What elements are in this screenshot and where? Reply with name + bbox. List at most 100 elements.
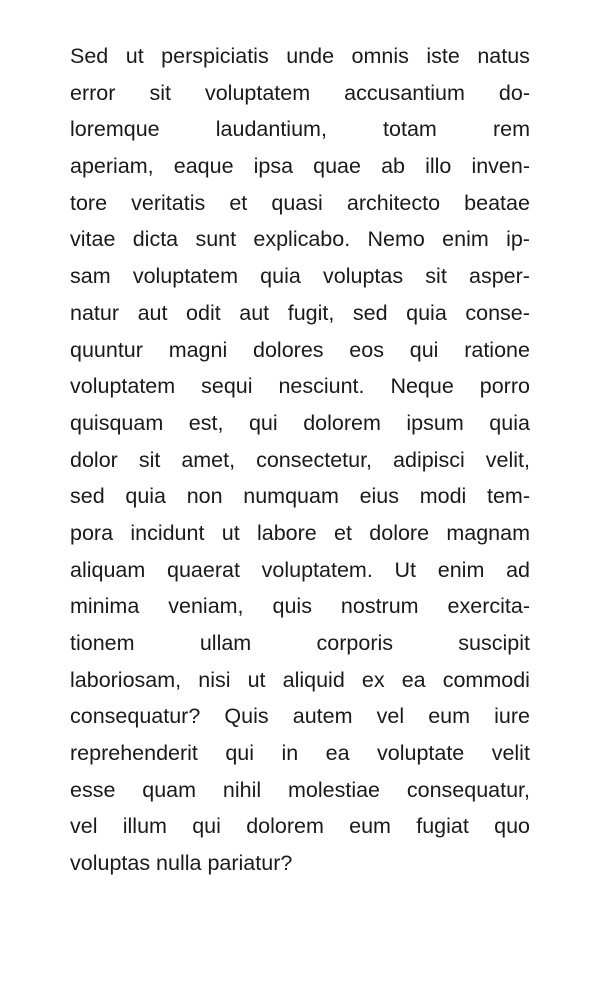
- paragraph-line: pora incidunt ut labore et dolore magnam: [70, 515, 530, 552]
- word: vel: [376, 704, 405, 729]
- paragraph-line: reprehenderit qui in ea voluptate velit: [70, 735, 530, 772]
- word: qui: [248, 410, 278, 435]
- word: tem-: [487, 484, 530, 509]
- word: eaque: [173, 154, 234, 179]
- paragraph-line: sam voluptatem quia voluptas sit asper-: [70, 258, 530, 295]
- word: dicta: [132, 227, 179, 252]
- word: labore: [256, 520, 317, 545]
- word: error: [70, 80, 116, 105]
- word: sequi: [201, 374, 253, 399]
- word: velit: [491, 741, 530, 766]
- word: conse-: [465, 300, 530, 325]
- word: ullam: [199, 631, 252, 655]
- word: ut: [247, 667, 266, 692]
- word: sit: [138, 447, 161, 472]
- word: laboriosam,: [70, 667, 182, 692]
- paragraph-line: laboriosam, nisi ut aliquid ex ea commodi: [70, 662, 530, 699]
- paragraph-line: voluptas nulla pariatur?: [70, 851, 293, 876]
- word: qui: [409, 337, 439, 362]
- word: rem: [492, 117, 530, 142]
- paragraph-line: quuntur magni dolores eos qui ratione: [70, 332, 530, 369]
- word: beatae: [464, 190, 530, 215]
- paragraph-line: natur aut odit aut fugit, sed quia conse-: [70, 295, 530, 332]
- paragraph-line: tionem ullam corporis suscipit: [70, 625, 530, 662]
- word: enim: [442, 227, 489, 252]
- word: quam: [142, 777, 197, 802]
- word: dolorem: [246, 814, 324, 839]
- word: voluptatem: [70, 374, 176, 399]
- paragraph-line: dolor sit amet, consectetur, adipisci velit,: [70, 442, 530, 479]
- word: aliquam: [70, 557, 146, 582]
- word: qui: [225, 741, 255, 766]
- word: Neque: [390, 374, 454, 399]
- word: corporis: [316, 631, 393, 655]
- word: esse: [70, 777, 116, 802]
- word: consectetur,: [256, 447, 373, 472]
- word: voluptas: [323, 264, 404, 289]
- paragraph-line: esse quam nihil molestiae consequatur,: [70, 772, 530, 809]
- word: explicabo.: [253, 227, 351, 252]
- word: Ut: [394, 557, 417, 582]
- word: ratione: [464, 337, 530, 362]
- word: quasi: [271, 190, 323, 215]
- word: molestiae: [288, 777, 381, 802]
- word: fugiat: [416, 814, 469, 839]
- word: minima: [70, 594, 140, 619]
- word: voluptatem: [204, 80, 311, 105]
- word: amet,: [181, 447, 236, 472]
- paragraph-line: minima veniam, quis nostrum exercita-: [70, 588, 530, 625]
- word: enim: [437, 557, 485, 582]
- word: modi: [419, 484, 467, 509]
- paragraph-line: vitae dicta sunt explicabo. Nemo enim ip-: [70, 221, 530, 258]
- word: tore: [70, 190, 108, 215]
- word: ipsum: [406, 410, 464, 435]
- word: consequatur,: [406, 777, 530, 802]
- page: Sed ut perspiciatis unde omnis iste natus error…: [0, 0, 600, 1000]
- word: ip-: [506, 227, 530, 252]
- word: vel: [70, 814, 98, 839]
- paragraph-line: aperiam, eaque ipsa quae ab illo inven-: [70, 148, 530, 185]
- word: pora: [70, 520, 114, 545]
- word: aut: [137, 300, 168, 325]
- word: quia: [406, 300, 447, 325]
- word: ipsa: [253, 154, 294, 179]
- word: illo: [425, 154, 452, 179]
- word: quaerat: [167, 557, 240, 582]
- word: magnam: [446, 520, 530, 545]
- word: dolore: [369, 520, 430, 545]
- word: laudantium,: [215, 117, 327, 142]
- word: quo: [494, 814, 530, 839]
- word: sit: [149, 80, 171, 105]
- word: quia: [125, 484, 167, 509]
- word: ut: [221, 520, 240, 545]
- word: tionem: [70, 631, 135, 655]
- word: Quis: [224, 704, 269, 729]
- paragraph-line: consequatur? Quis autem vel eum iure: [70, 698, 530, 735]
- word: eum: [349, 814, 391, 839]
- word: quia: [489, 410, 530, 435]
- word: asper-: [468, 264, 530, 289]
- word: dolores: [253, 337, 324, 362]
- body-paragraph: Sed ut perspiciatis unde omnis iste natus error…: [70, 38, 530, 882]
- word: voluptate: [377, 741, 465, 766]
- word: natus: [477, 44, 530, 68]
- word: sed: [352, 300, 388, 325]
- word: eos: [349, 337, 384, 362]
- word: omnis: [351, 44, 409, 68]
- word: do-: [498, 80, 530, 105]
- word: incidunt: [130, 520, 205, 545]
- word: Nemo: [367, 227, 425, 252]
- word: ad: [506, 557, 530, 582]
- word: et: [229, 190, 248, 215]
- paragraph-line: tore veritatis et quasi architecto beatae: [70, 185, 530, 222]
- word: nostrum: [340, 594, 419, 619]
- paragraph-line: error sit voluptatem accusantium do-: [70, 75, 530, 112]
- word: aut: [239, 300, 270, 325]
- word: iure: [494, 704, 530, 729]
- word: illum: [122, 814, 167, 839]
- word: autem: [292, 704, 353, 729]
- word: qui: [192, 814, 221, 839]
- word: commodi: [442, 667, 530, 692]
- word: porro: [479, 374, 530, 399]
- word: suscipit: [458, 631, 530, 655]
